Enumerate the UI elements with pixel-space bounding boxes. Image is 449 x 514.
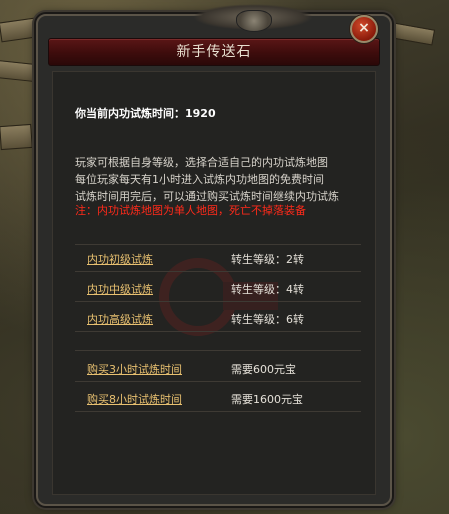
background-plank [0, 17, 38, 43]
purchase-cost: 需要1600元宝 [231, 393, 303, 406]
divider [75, 350, 361, 351]
warning-text: 注：内功试炼地图为单人地图，死亡不掉落装备 [75, 204, 306, 217]
divider [75, 331, 361, 332]
divider [75, 271, 361, 272]
dialog-title-bar: 新手传送石 [48, 38, 380, 66]
dialog-title: 新手传送石 [176, 44, 252, 60]
buy-time-link-3h[interactable]: 购买3小时试炼时间 [87, 361, 182, 377]
divider [75, 244, 361, 245]
trial-link-advanced[interactable]: 内功高级试炼 [87, 311, 153, 327]
trial-time-status: 你当前内功试炼时间：1920 [75, 107, 216, 120]
teleport-stone-dialog: 新手传送石 你当前内功试炼时间：1920 玩家可根据自身等级，选择合适自己的内功… [36, 4, 392, 506]
trial-link-beginner[interactable]: 内功初级试炼 [87, 251, 153, 267]
description-line: 玩家可根据自身等级，选择合适自己的内功试炼地图 [75, 156, 328, 169]
trial-requirement: 转生等级：4转 [231, 283, 304, 296]
background-plank [0, 59, 37, 83]
background-plank [390, 22, 436, 46]
trial-requirement: 转生等级：2转 [231, 253, 304, 266]
demon-head-ornament-icon [236, 10, 272, 32]
purchase-cost: 需要600元宝 [231, 363, 296, 376]
trial-requirement: 转生等级：6转 [231, 313, 304, 326]
buy-time-link-8h[interactable]: 购买8小时试炼时间 [87, 391, 182, 407]
game-scene: 新手传送石 你当前内功试炼时间：1920 玩家可根据自身等级，选择合适自己的内功… [0, 0, 449, 514]
divider [75, 411, 361, 412]
description-line: 每位玩家每天有1小时进入试炼内功地图的免费时间 [75, 173, 324, 186]
divider [75, 301, 361, 302]
divider [75, 381, 361, 382]
trial-link-intermediate[interactable]: 内功中级试炼 [87, 281, 153, 297]
dialog-content-panel: 你当前内功试炼时间：1920 玩家可根据自身等级，选择合适自己的内功试炼地图 每… [52, 71, 376, 495]
close-button[interactable]: × [350, 15, 378, 43]
background-plank [0, 123, 33, 151]
